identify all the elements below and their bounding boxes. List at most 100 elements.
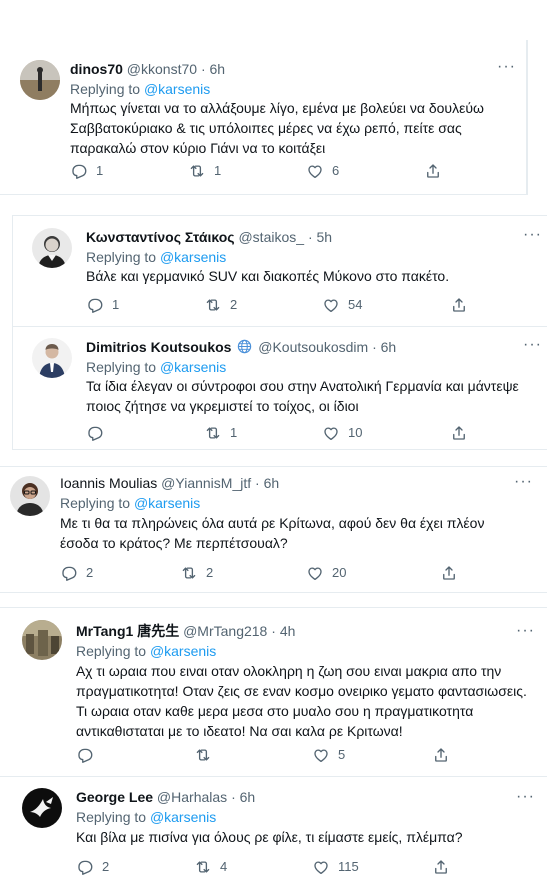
reply-icon	[60, 564, 78, 582]
separator-dot: ·	[231, 789, 236, 805]
mention-link[interactable]: @karsenis	[160, 249, 226, 265]
tweet-dinos70[interactable]: dinos70 @kkonst70 · 6h ··· Replying to @…	[0, 0, 547, 200]
retweet-button[interactable]: 1	[188, 162, 221, 180]
heart-icon	[312, 746, 330, 764]
timestamp[interactable]: 6h	[210, 61, 226, 77]
heart-icon	[322, 296, 340, 314]
replying-to: Replying to @karsenis	[76, 808, 216, 826]
like-button[interactable]: 10	[322, 424, 362, 442]
avatar[interactable]	[32, 228, 72, 268]
tweet-text: Βάλε και γερμανικό SUV και διακοπές Μύκο…	[86, 268, 450, 284]
timestamp[interactable]: 6h	[381, 339, 397, 355]
reply-icon	[86, 296, 104, 314]
globe-badge-icon	[238, 339, 252, 354]
timestamp[interactable]: 6h	[240, 789, 256, 805]
more-icon[interactable]: ···	[514, 474, 533, 490]
share-button[interactable]	[432, 858, 450, 876]
share-button[interactable]	[450, 424, 468, 442]
tweet-header: Ioannis Moulias @YiannisM_jtf · 6h	[60, 474, 279, 492]
like-count: 54	[348, 297, 363, 312]
more-icon[interactable]: ···	[523, 337, 542, 353]
retweet-button[interactable]: 1	[204, 424, 237, 442]
share-button[interactable]	[450, 296, 468, 314]
display-name[interactable]: George Lee	[76, 789, 153, 805]
more-icon[interactable]: ···	[516, 623, 535, 639]
avatar[interactable]	[10, 476, 50, 516]
retweet-count: 2	[230, 297, 238, 312]
replying-label: Replying to	[86, 359, 157, 375]
mention-link[interactable]: @karsenis	[160, 359, 226, 375]
avatar[interactable]	[20, 60, 60, 100]
like-count: 5	[338, 747, 346, 762]
reply-button[interactable]: 1	[70, 162, 103, 180]
display-name[interactable]: Ioannis Moulias	[60, 475, 157, 491]
more-icon[interactable]: ···	[497, 59, 516, 75]
retweet-icon	[204, 424, 222, 442]
like-count: 10	[348, 425, 363, 440]
tweet-header: George Lee @Harhalas · 6h	[76, 788, 255, 806]
tweet-actions: 2 4 115	[76, 858, 456, 876]
share-button[interactable]	[432, 746, 450, 764]
retweet-button[interactable]: 2	[204, 296, 237, 314]
like-button[interactable]: 54	[322, 296, 362, 314]
replying-label: Replying to	[86, 249, 157, 265]
tweet-separator	[12, 326, 547, 327]
reply-count: 1	[96, 163, 104, 178]
retweet-count: 2	[206, 565, 214, 580]
tweet-header: dinos70 @kkonst70 · 6h	[70, 60, 225, 78]
replying-label: Replying to	[60, 495, 131, 511]
retweet-icon	[194, 746, 212, 764]
retweet-icon	[188, 162, 206, 180]
reply-button[interactable]: 2	[76, 858, 109, 876]
tweet-text: Μήπως γίνεται να το αλλάξουμε λίγο, εμέν…	[70, 100, 484, 156]
tweet-header: Dimitrios Koutsoukos @Koutsoukosdim · 6h	[86, 338, 396, 356]
avatar[interactable]	[32, 338, 72, 378]
avatar[interactable]	[22, 788, 62, 828]
replying-to: Replying to @karsenis	[60, 494, 200, 512]
replying-label: Replying to	[70, 81, 141, 97]
like-button[interactable]: 115	[312, 858, 359, 876]
user-handle[interactable]: @kkonst70	[127, 61, 197, 77]
like-button[interactable]: 20	[306, 564, 346, 582]
tweet-text: Με τι θα τα πληρώνεις όλα αυτά ρε Κρίτων…	[60, 515, 485, 551]
display-name[interactable]: dinos70	[70, 61, 123, 77]
tweet-actions: 1 1 6	[70, 162, 450, 180]
user-handle[interactable]: @MrTang218	[183, 623, 267, 639]
tweet-actions: 5	[76, 746, 456, 764]
like-count: 20	[332, 565, 347, 580]
user-handle[interactable]: @Koutsoukosdim	[258, 339, 368, 355]
mention-link[interactable]: @karsenis	[150, 809, 216, 825]
mention-link[interactable]: @karsenis	[150, 643, 216, 659]
display-name[interactable]: MrTang1 唐先生	[76, 623, 179, 639]
like-button[interactable]: 6	[306, 162, 339, 180]
timestamp[interactable]: 4h	[280, 623, 296, 639]
reply-count: 1	[112, 297, 120, 312]
more-icon[interactable]: ···	[516, 789, 535, 805]
share-button[interactable]	[440, 564, 458, 582]
user-handle[interactable]: @staikos_	[238, 229, 304, 245]
replying-to: Replying to @karsenis	[86, 358, 226, 376]
mention-link[interactable]: @karsenis	[134, 495, 200, 511]
reply-button[interactable]: 1	[86, 296, 119, 314]
avatar[interactable]	[22, 620, 62, 660]
like-button[interactable]: 5	[312, 746, 345, 764]
share-button[interactable]	[424, 162, 442, 180]
retweet-button[interactable]	[194, 746, 220, 764]
timestamp[interactable]: 5h	[317, 229, 333, 245]
user-handle[interactable]: @YiannisM_jtf	[161, 475, 251, 491]
retweet-button[interactable]: 4	[194, 858, 227, 876]
retweet-button[interactable]: 2	[180, 564, 213, 582]
timestamp[interactable]: 6h	[264, 475, 280, 491]
retweet-count: 4	[220, 859, 228, 874]
mention-link[interactable]: @karsenis	[144, 81, 210, 97]
display-name[interactable]: Dimitrios Koutsoukos	[86, 339, 231, 355]
reply-button[interactable]	[86, 424, 112, 442]
reply-icon	[70, 162, 88, 180]
heart-icon	[312, 858, 330, 876]
display-name[interactable]: Κωνσταντίνος Στάικος	[86, 229, 235, 245]
reply-button[interactable]	[76, 746, 102, 764]
reply-button[interactable]: 2	[60, 564, 93, 582]
tweet-header: MrTang1 唐先生 @MrTang218 · 4h	[76, 622, 295, 640]
user-handle[interactable]: @Harhalas	[157, 789, 227, 805]
more-icon[interactable]: ···	[523, 227, 542, 243]
